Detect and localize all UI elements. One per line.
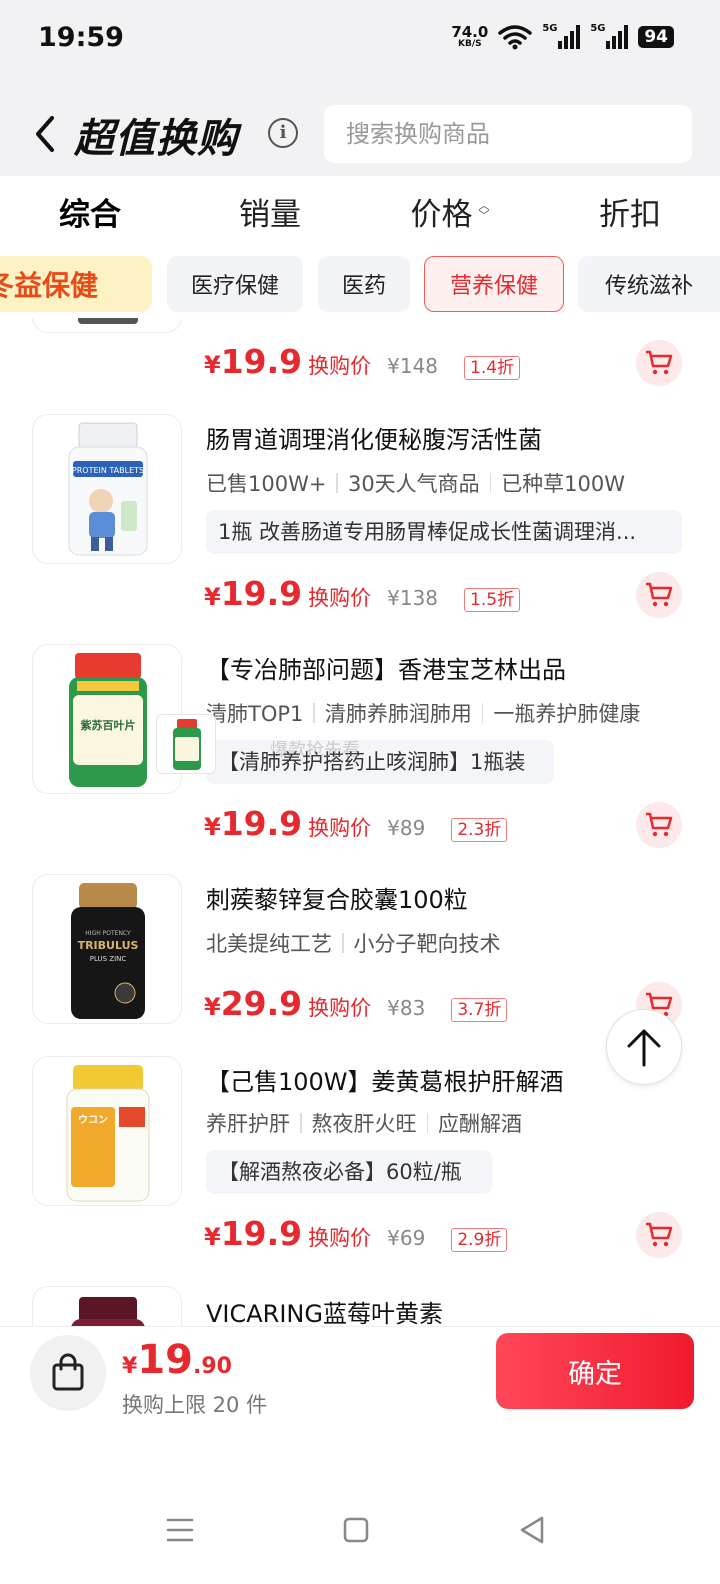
category-chips: 冬益保健 医疗保健 医药 营养保健 传统滋补 (0, 256, 720, 314)
product-tags: 已售100W+ 30天人气商品 已种草100W (206, 472, 626, 496)
svg-text:TRIBULUS: TRIBULUS (78, 939, 139, 952)
net-speed: 74.0 KB/S (451, 23, 489, 49)
add-to-cart-button[interactable] (636, 1212, 682, 1258)
sort-arrows-icon: ︿ ﹀ (478, 199, 490, 222)
cart-icon (646, 582, 673, 607)
home-icon[interactable] (336, 1510, 376, 1550)
category-chip-medicine[interactable]: 医药 (318, 256, 410, 312)
sort-tab-overall[interactable]: 综合 (0, 176, 180, 246)
product-desc: 【解酒熬夜必备】60粒/瓶 (206, 1150, 492, 1194)
svg-text:PLUS ZINC: PLUS ZINC (90, 955, 127, 963)
product-tags: 养肝护肝 熬夜肝火旺 应酬解酒 (206, 1112, 522, 1136)
status-icons: 74.0 KB/S 5G 5G 94 (451, 23, 674, 50)
back-nav-icon[interactable] (512, 1510, 552, 1550)
category-chip-medical[interactable]: 医疗保健 (167, 256, 303, 312)
info-icon[interactable]: i (268, 118, 298, 148)
battery-icon: 94 (638, 26, 674, 48)
signal-icon-1: 5G (542, 23, 581, 49)
product-title: 【专冶肺部问题】香港宝芝林出品 (206, 656, 566, 684)
product-desc: 1瓶 改善肠道专用肠胃棒促成长性菌调理消... (206, 510, 682, 554)
watermark-text: 爆款抢先看 (270, 740, 360, 761)
search-input[interactable] (324, 105, 692, 163)
wifi-icon (498, 25, 533, 50)
header: 超值换购 i (0, 84, 720, 176)
status-bar: 19:59 74.0 KB/S 5G 5G 94 (0, 0, 720, 84)
search-box[interactable] (324, 105, 692, 163)
product-title: 肠胃道调理消化便秘腹泻活性菌 (206, 426, 542, 454)
signal-icon-2: 5G (590, 23, 629, 49)
product-title: VICARING蓝莓叶黄素 (206, 1300, 443, 1326)
price-row: ¥ 19.9 换购价 ¥148 1.4折 (204, 342, 521, 381)
exchange-page: 19:59 74.0 KB/S 5G 5G 94 超值换购 i 搜索换购商品 综… (0, 0, 720, 1584)
product-item[interactable]: 紫苏百叶片 【专冶肺部问题】香港宝芝林出品 清肺TOP1 清肺养肺润肺用 一瓶养… (0, 644, 720, 864)
product-image (32, 318, 182, 333)
category-chip-nutrition[interactable]: 营养保健 (424, 256, 564, 312)
svg-text:PROTEIN TABLETS: PROTEIN TABLETS (72, 466, 144, 475)
menu-icon[interactable] (160, 1510, 200, 1550)
product-title: 刺蒺藜锌复合胶囊100粒 (206, 886, 468, 914)
status-time: 19:59 (38, 22, 124, 53)
sort-tab-sales[interactable]: 销量 (180, 176, 360, 246)
shopping-bag-icon (52, 1353, 84, 1391)
cart-icon (646, 812, 673, 837)
product-item[interactable]: PROTEIN TABLETS 肠胃道调理消化便秘腹泻活性菌 已售100W+ 3… (0, 414, 720, 634)
sort-tab-price[interactable]: 价格 ︿ ﹀ (360, 176, 540, 246)
product-item[interactable]: ¥ 19.9 换购价 ¥148 1.4折 (0, 318, 720, 398)
sort-tab-discount[interactable]: 折扣 (540, 176, 720, 246)
svg-text:紫苏百叶片: 紫苏百叶片 (81, 718, 136, 732)
product-title: 【己售100W】姜黄葛根护肝解酒 (206, 1068, 564, 1096)
price-row: ¥ 19.9 换购价 ¥89 2.3折 (204, 804, 508, 843)
cart-icon (646, 1222, 673, 1247)
product-item[interactable]: ウコン 【己售100W】姜黄葛根护肝解酒 养肝护肝 熬夜肝火旺 应酬解酒 【解酒… (0, 1056, 720, 1276)
product-image: PROTEIN TABLETS (32, 414, 182, 564)
product-image (32, 1286, 182, 1326)
price-row: ¥ 19.9 换购价 ¥138 1.5折 (204, 574, 521, 613)
product-image: HIGH POTENCY TRIBULUS PLUS ZINC (32, 874, 182, 1024)
sort-tabs: 综合 销量 价格 ︿ ﹀ 折扣 (0, 176, 720, 246)
cart-bag-button[interactable] (30, 1335, 106, 1411)
arrow-up-icon (627, 1029, 661, 1067)
page-title: 超值换购 (74, 116, 238, 162)
product-image: ウコン (32, 1056, 182, 1206)
add-to-cart-button[interactable] (636, 802, 682, 848)
system-nav-bar (0, 1446, 720, 1584)
floating-thumbnail[interactable] (156, 714, 216, 774)
total-price: ¥ 19 .90 (122, 1337, 232, 1383)
category-chip-traditional[interactable]: 传统滋补 (578, 256, 720, 312)
cart-icon (646, 350, 673, 375)
product-tags: 清肺TOP1 清肺养肺润肺用 一瓶养护肺健康 (206, 702, 641, 726)
product-item[interactable]: VICARING蓝莓叶黄素 (0, 1286, 720, 1326)
category-chip-winter[interactable]: 冬益保健 (0, 256, 152, 312)
product-tags: 北美提纯工艺 小分子靶向技术 (206, 932, 501, 956)
price-row: ¥ 29.9 换购价 ¥83 3.7折 (204, 984, 508, 1023)
back-icon[interactable] (30, 114, 62, 154)
bottom-bar: ¥ 19 .90 换购上限 20 件 确定 (0, 1326, 720, 1446)
confirm-button[interactable]: 确定 (496, 1333, 694, 1409)
exchange-limit: 换购上限 20 件 (122, 1393, 268, 1417)
svg-text:HIGH POTENCY: HIGH POTENCY (85, 930, 131, 937)
add-to-cart-button[interactable] (636, 340, 682, 386)
svg-text:ウコン: ウコン (78, 1114, 108, 1126)
price-row: ¥ 19.9 换购价 ¥69 2.9折 (204, 1214, 508, 1253)
back-to-top-button[interactable] (606, 1009, 682, 1085)
product-desc: 【清肺养护搭药止咳润肺】1瓶装 (206, 740, 554, 784)
add-to-cart-button[interactable] (636, 572, 682, 618)
product-list: ¥ 19.9 换购价 ¥148 1.4折 PROTEIN TABLETS 肠胃道… (0, 318, 720, 1326)
